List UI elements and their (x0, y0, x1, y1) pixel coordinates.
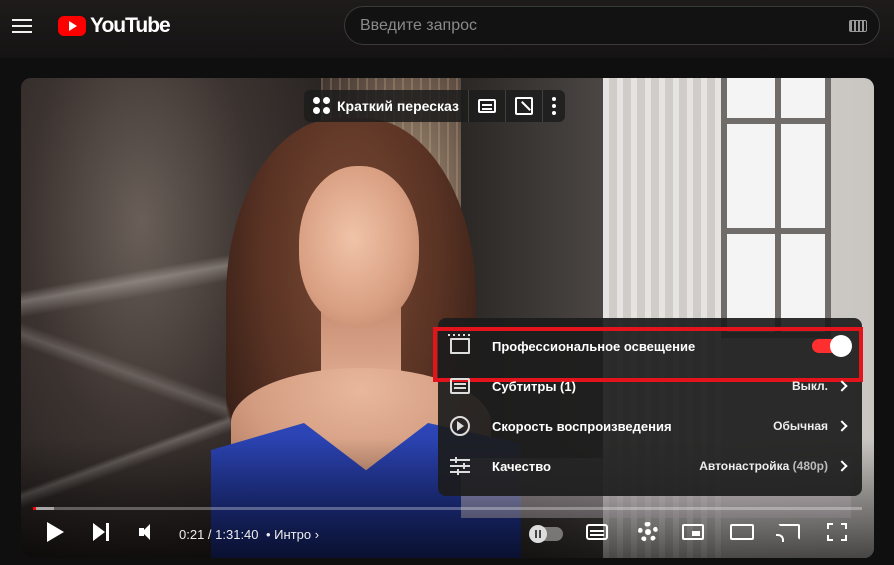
expand-button[interactable] (506, 90, 542, 122)
top-overlay-toolbar: Краткий пересказ (304, 90, 565, 122)
theater-mode-icon[interactable] (730, 524, 754, 540)
playback-speed-icon (450, 416, 470, 436)
menu-item-label: Субтитры (1) (492, 378, 576, 394)
summary-label: Краткий пересказ (337, 98, 459, 114)
progress-played (33, 507, 37, 510)
menu-item-playback-speed[interactable]: Скорость воспроизведения Обычная (438, 406, 862, 446)
transcript-button[interactable] (469, 90, 505, 122)
expand-icon (514, 97, 533, 115)
menu-item-label: Качество (492, 458, 551, 474)
cast-icon[interactable] (776, 524, 800, 542)
summary-dots-icon (313, 97, 331, 115)
search-input[interactable]: Введите запрос (344, 6, 880, 45)
menu-item-value: Автонастройка (480p) (699, 459, 828, 473)
youtube-logo[interactable]: YouTube (58, 14, 171, 38)
subtitles-icon (450, 378, 470, 394)
ambient-lighting-toggle[interactable] (812, 335, 852, 357)
next-icon[interactable] (93, 522, 113, 544)
youtube-play-logo-icon (58, 16, 86, 36)
video-frame-window (721, 78, 831, 338)
more-vertical-icon (551, 97, 556, 115)
chevron-right-icon (836, 420, 848, 432)
search-placeholder: Введите запрос (360, 16, 477, 34)
logo-text: YouTube (90, 14, 171, 37)
chevron-right-icon (836, 460, 848, 472)
menu-item-label: Профессиональное освещение (492, 338, 696, 354)
video-frame-person-face (299, 166, 419, 326)
player-controls: 0:21 / 1:31:40 • Интро › (21, 518, 874, 552)
progress-bar[interactable] (33, 507, 862, 510)
top-bar: YouTube Введите запрос (0, 0, 894, 58)
transcript-icon (477, 99, 496, 113)
menu-item-value: Выкл. (791, 379, 828, 393)
chapter-button[interactable]: • Интро › (266, 527, 319, 542)
subtitles-button-icon[interactable] (586, 524, 608, 540)
volume-icon[interactable] (139, 522, 159, 544)
play-icon[interactable] (47, 522, 65, 544)
more-options-button[interactable] (543, 90, 565, 122)
quality-icon (450, 457, 470, 474)
menu-item-label: Скорость воспроизведения (492, 418, 672, 434)
video-player[interactable]: Краткий пересказ Профессиональное освеще… (21, 78, 874, 558)
keyboard-icon[interactable] (849, 20, 867, 32)
menu-item-subtitles[interactable]: Субтитры (1) Выкл. (438, 366, 862, 406)
chevron-right-icon (836, 380, 848, 392)
ambient-lighting-icon (448, 334, 472, 354)
menu-item-ambient-lighting[interactable]: Профессиональное освещение (433, 326, 863, 382)
fullscreen-icon[interactable] (827, 523, 847, 541)
hamburger-menu-icon[interactable] (10, 15, 34, 39)
gear-icon[interactable] (638, 522, 658, 542)
menu-item-quality[interactable]: Качество Автонастройка (480p) (438, 446, 862, 486)
autoplay-toggle[interactable] (529, 525, 563, 543)
quality-resolution: (480p) (792, 459, 828, 473)
time-display: 0:21 / 1:31:40 (179, 527, 259, 542)
summary-button[interactable]: Краткий пересказ (304, 90, 468, 122)
menu-item-value: Обычная (773, 419, 828, 433)
settings-menu: Профессиональное освещение Субтитры (1) … (433, 318, 863, 496)
chapter-label: • Интро (266, 527, 312, 542)
miniplayer-icon[interactable] (682, 524, 704, 540)
quality-value: Автонастройка (699, 459, 790, 473)
